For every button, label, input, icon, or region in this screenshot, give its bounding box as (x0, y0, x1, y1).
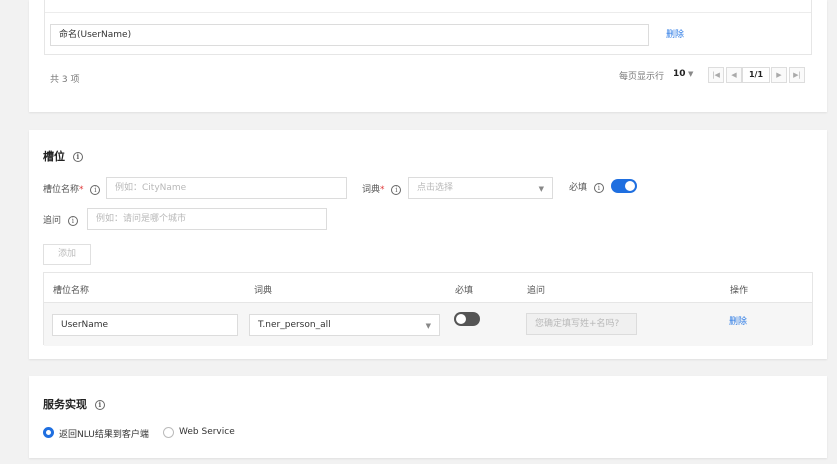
radio-unchecked-icon[interactable] (163, 427, 174, 438)
ask-input[interactable]: 例如：请问是哪个城市 (87, 208, 327, 230)
slot-table: 槽位名称 词典 必填 追问 操作 UserName T.ner_person_a… (43, 272, 813, 346)
radio-label-client: 返回NLU结果到客户端 (59, 430, 149, 440)
prev-page-button[interactable]: ◀ (726, 67, 742, 83)
row-dict-select[interactable]: T.ner_person_all ▼ (249, 314, 440, 336)
required-asterisk: * (79, 185, 84, 195)
first-page-button[interactable]: |◀ (708, 67, 724, 83)
slot-name-label-text: 槽位名称 (43, 185, 80, 195)
dict-label: 词典* i (362, 182, 402, 195)
header-ask: 追问 (527, 286, 546, 296)
required-toggle[interactable] (611, 179, 637, 193)
row-dict-value: T.ner_person_all (258, 320, 331, 330)
caret-down-icon: ▼ (425, 322, 431, 330)
slot-section-title: 槽位 i (43, 148, 83, 164)
row-ask-placeholder: 您确定填写姓+名吗? (535, 319, 620, 329)
dict-label-text: 词典 (362, 185, 381, 195)
add-slot-button[interactable]: 添加 (43, 244, 91, 265)
row-ask-input[interactable]: 您确定填写姓+名吗? (526, 313, 637, 335)
row-slot-name-input[interactable]: UserName (52, 314, 238, 336)
caret-down-icon: ▼ (538, 185, 544, 193)
dict-placeholder: 点击选择 (417, 183, 454, 193)
ask-label: 追问 i (43, 213, 78, 226)
header-required: 必填 (455, 286, 474, 296)
radio-option-webservice[interactable]: Web Service (163, 426, 253, 440)
table-row: UserName T.ner_person_all ▼ 您确定填写姓+名吗? 删… (44, 303, 812, 346)
table-divider (45, 12, 811, 13)
row-required-toggle[interactable] (454, 312, 480, 326)
slot-table-header: 槽位名称 词典 必填 追问 操作 (44, 273, 812, 303)
service-panel: 服务实现 i 返回NLU结果到客户端 Web Service (29, 376, 827, 458)
slot-name-input[interactable]: 例如：CityName (106, 177, 347, 199)
radio-option-client[interactable]: 返回NLU结果到客户端 (43, 426, 173, 440)
header-action: 操作 (730, 286, 749, 296)
ask-placeholder: 例如：请问是哪个城市 (96, 214, 187, 224)
current-page: 1/1 (742, 67, 770, 83)
info-circle-icon[interactable]: i (593, 182, 604, 193)
intent-row-input[interactable]: 命名(UserName) (50, 24, 649, 46)
slot-name-label: 槽位名称* i (43, 182, 101, 195)
info-circle-icon[interactable]: i (90, 184, 101, 195)
required-asterisk: * (380, 185, 385, 195)
radio-checked-icon[interactable] (43, 427, 54, 438)
toggle-knob (456, 314, 466, 324)
delete-row-link[interactable]: 删除 (666, 27, 684, 40)
info-circle-icon[interactable]: i (72, 152, 83, 162)
toggle-knob (625, 181, 635, 191)
service-title-text: 服务实现 (43, 398, 87, 411)
service-section-title: 服务实现 i (43, 396, 105, 412)
intent-table-panel: 命名(UserName) 删除 共 3 项 每页显示行 10 ▼ |◀ ◀ 1/… (29, 0, 827, 112)
header-dict: 词典 (254, 286, 273, 296)
slot-name-placeholder: 例如：CityName (115, 183, 187, 193)
header-slot-name: 槽位名称 (53, 286, 90, 296)
caret-down-icon: ▼ (688, 70, 694, 78)
ask-label-text: 追问 (43, 216, 62, 226)
page-size-value: 10 (673, 69, 686, 79)
page-size-label: 每页显示行 (619, 72, 665, 82)
radio-label-webservice: Web Service (179, 427, 235, 437)
dict-select[interactable]: 点击选择 ▼ (408, 177, 553, 199)
next-page-button[interactable]: ▶ (771, 67, 787, 83)
total-count: 共 3 项 (50, 75, 80, 85)
info-circle-icon[interactable]: i (67, 215, 78, 226)
page-size-select[interactable]: 10 ▼ (671, 67, 701, 83)
info-circle-icon[interactable]: i (391, 184, 402, 195)
row-delete-link[interactable]: 删除 (729, 314, 747, 327)
slot-panel: 槽位 i 槽位名称* i 例如：CityName 词典* i 点击选择 ▼ 必填… (29, 130, 827, 359)
info-circle-icon[interactable]: i (94, 400, 105, 410)
required-label: 必填 i (569, 180, 604, 193)
required-label-text: 必填 (569, 183, 588, 193)
slot-title-text: 槽位 (43, 150, 65, 163)
last-page-button[interactable]: ▶| (789, 67, 805, 83)
